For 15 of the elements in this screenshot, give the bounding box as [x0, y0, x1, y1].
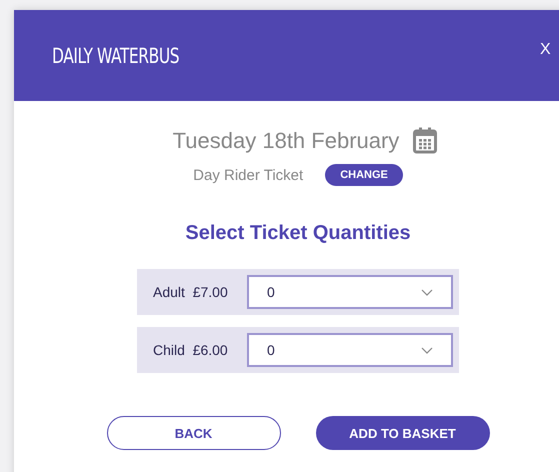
- close-button[interactable]: X: [540, 41, 551, 59]
- back-button[interactable]: BACK: [106, 416, 280, 450]
- section-heading: Select Ticket Quantities: [185, 222, 411, 245]
- date-text: Tuesday 18th February: [172, 128, 400, 154]
- quantity-dropdown[interactable]: 0: [247, 275, 453, 309]
- chevron-down-icon: [421, 346, 433, 354]
- chevron-down-icon: [421, 288, 433, 296]
- ticket-type-label: Child £6.00: [153, 342, 229, 358]
- ticket-type-label: Adult £7.00: [153, 284, 229, 300]
- dialog-title: DAILY WATERBUS: [52, 44, 180, 68]
- change-button[interactable]: CHANGE: [325, 164, 403, 186]
- calendar-icon[interactable]: [413, 127, 438, 154]
- quantity-dropdown[interactable]: 0: [247, 333, 453, 367]
- ticket-name: Day Rider Ticket: [193, 166, 304, 184]
- add-to-basket-button[interactable]: ADD TO BASKET: [316, 416, 490, 450]
